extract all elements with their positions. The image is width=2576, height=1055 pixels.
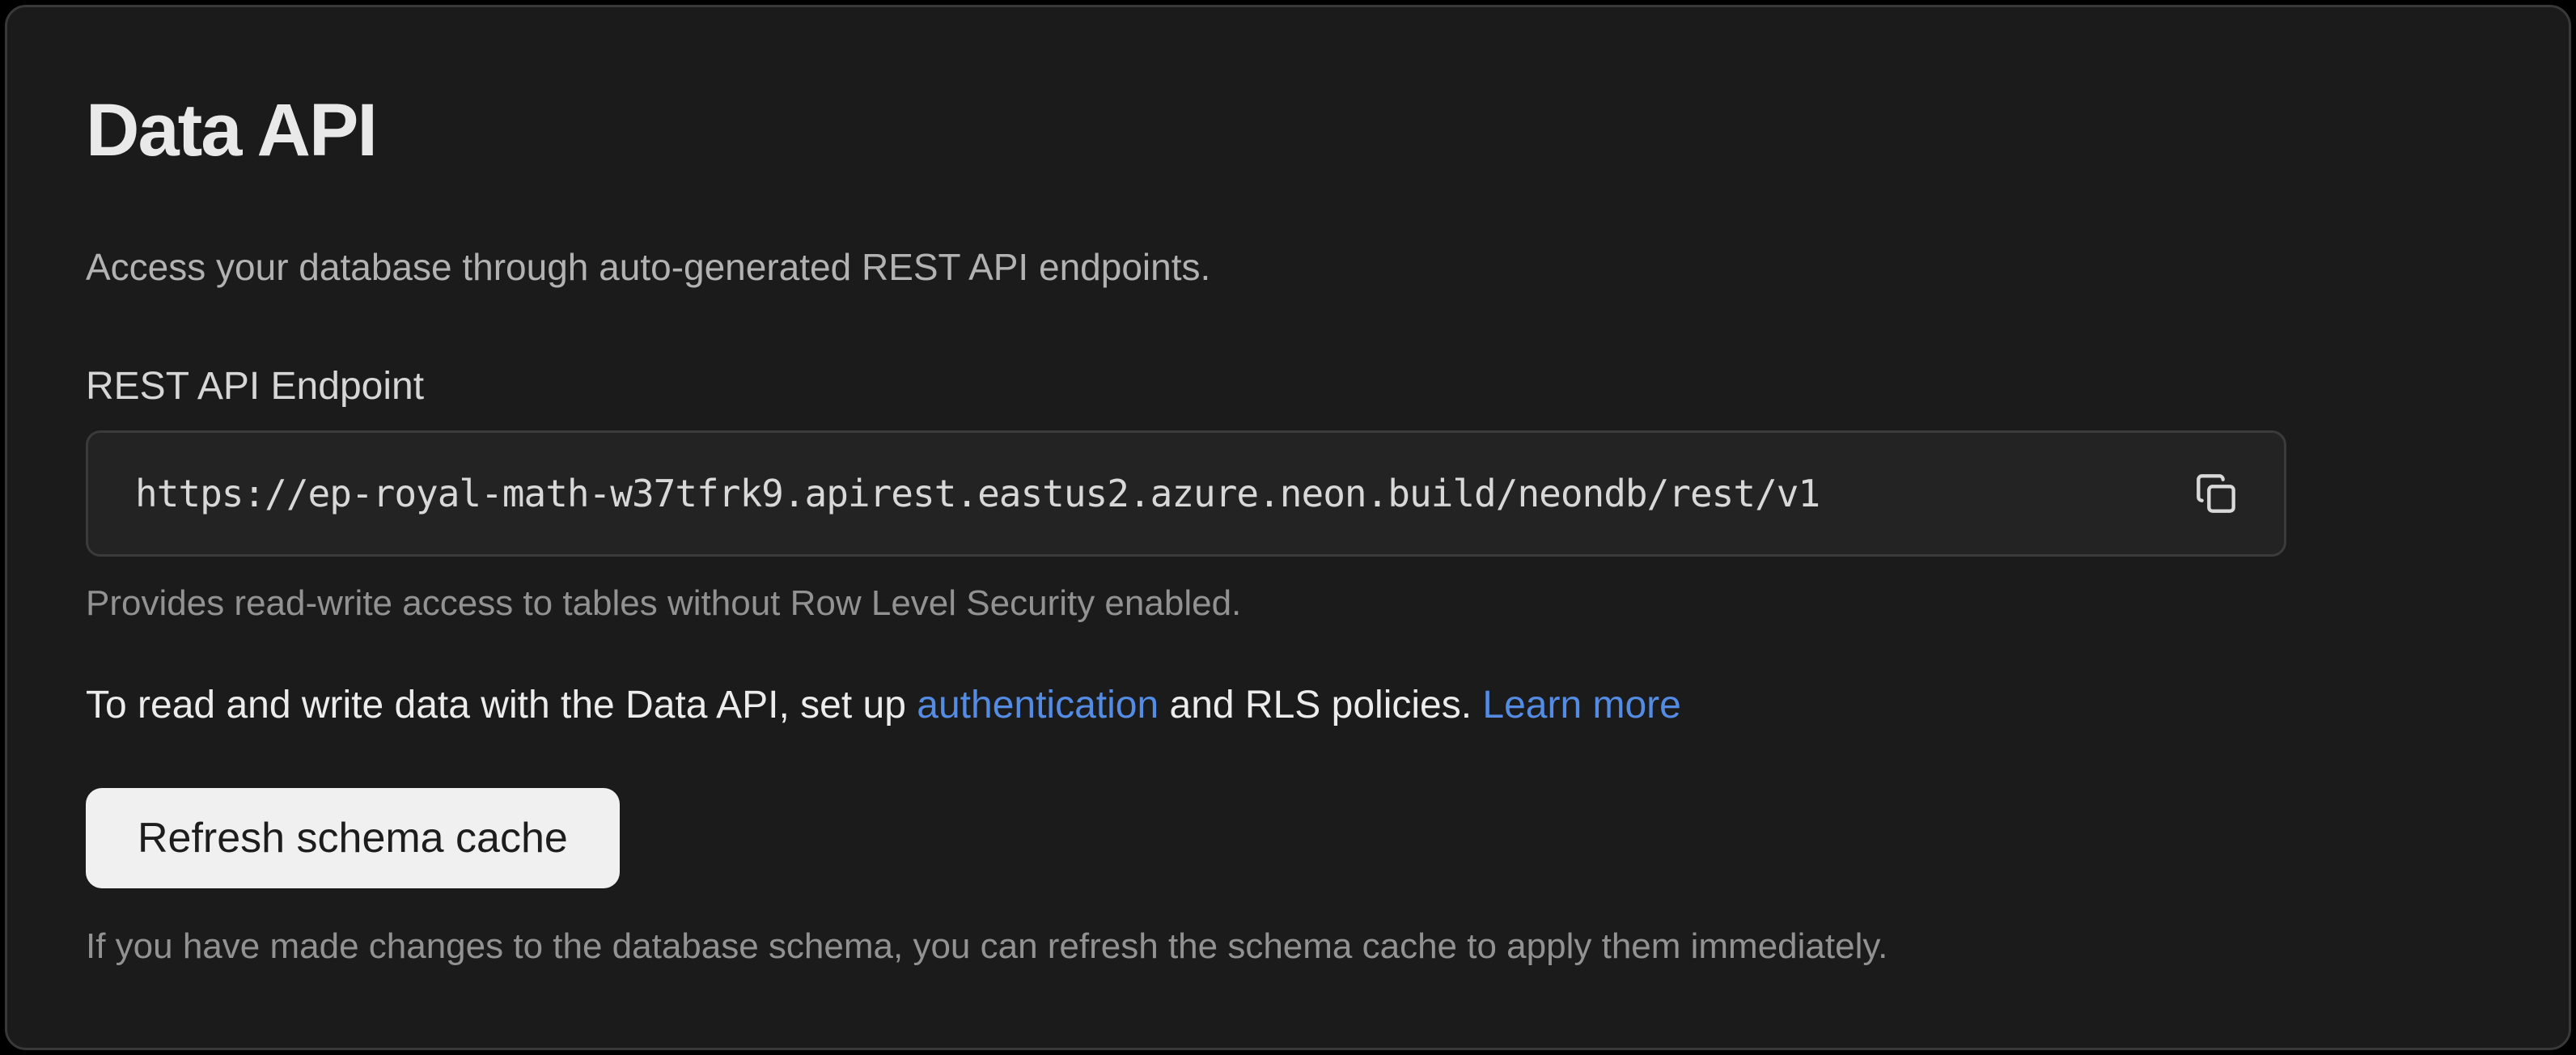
refresh-schema-cache-button[interactable]: Refresh schema cache	[86, 788, 620, 888]
panel-description: Access your database through auto-genera…	[86, 244, 2490, 291]
page-background: Data API Access your database through au…	[0, 0, 2576, 1055]
copy-endpoint-button[interactable]	[2185, 463, 2247, 524]
endpoint-url-value[interactable]: https://ep-royal-math-w37tfrk9.apirest.e…	[135, 472, 2185, 515]
refresh-helper-text: If you have made changes to the database…	[86, 926, 2490, 968]
refresh-button-row: Refresh schema cache	[86, 730, 2490, 888]
page-title: Data API	[86, 90, 2490, 172]
authentication-link[interactable]: authentication	[917, 684, 1159, 727]
endpoint-helper-text: Provides read-write access to tables wit…	[86, 583, 2490, 625]
endpoint-label: REST API Endpoint	[86, 362, 2490, 411]
auth-note-middle: and RLS policies.	[1159, 684, 1482, 727]
auth-note: To read and write data with the Data API…	[86, 681, 2490, 730]
data-api-panel: Data API Access your database through au…	[5, 5, 2571, 1050]
learn-more-link[interactable]: Learn more	[1482, 684, 1680, 727]
auth-note-prefix: To read and write data with the Data API…	[86, 684, 917, 727]
copy-icon	[2195, 472, 2237, 515]
endpoint-url-box: https://ep-royal-math-w37tfrk9.apirest.e…	[86, 430, 2286, 557]
